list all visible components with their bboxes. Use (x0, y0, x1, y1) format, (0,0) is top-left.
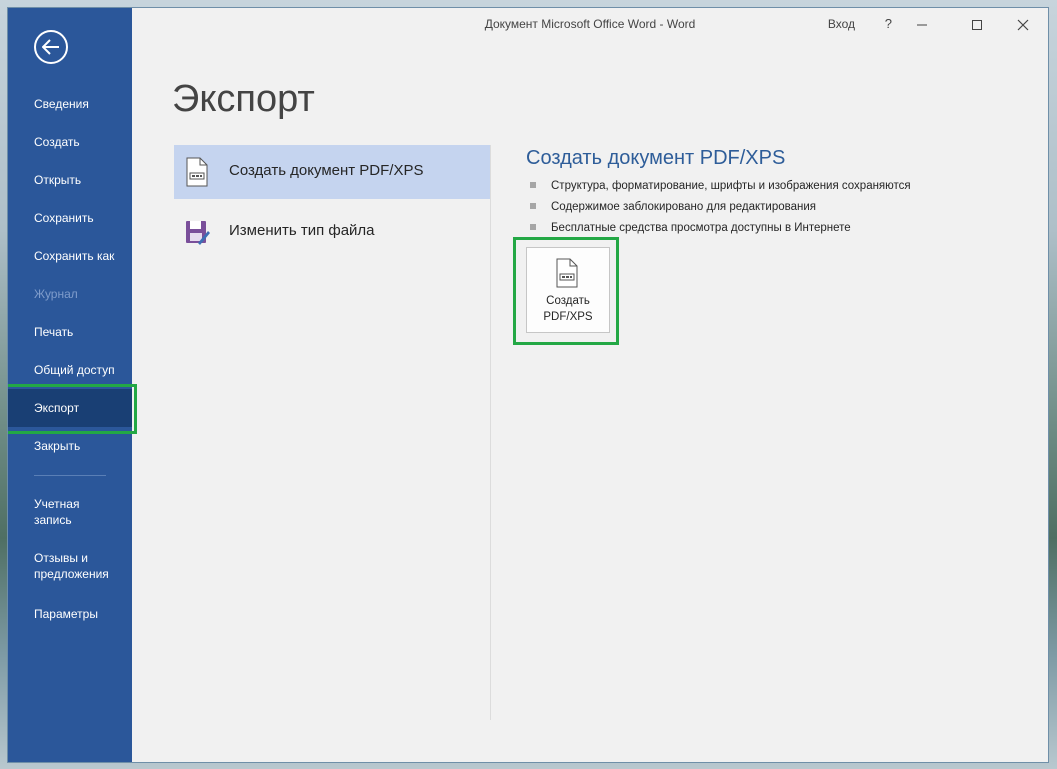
sidebar-item-history: Журнал (34, 287, 78, 301)
bullet-icon (530, 224, 536, 230)
vertical-divider (490, 145, 491, 720)
sidebar-divider (34, 475, 106, 476)
create-pdf-xps-button[interactable]: Создать PDF/XPS (526, 247, 610, 333)
sidebar-item-new[interactable]: Создать (8, 123, 132, 161)
save-change-type-icon (186, 221, 210, 245)
close-icon (1017, 19, 1029, 31)
title-bar: Документ Microsoft Office Word - Word Вх… (132, 8, 1048, 42)
pdf-document-icon (186, 157, 208, 187)
option-label: Создать документ PDF/XPS (229, 162, 424, 179)
sidebar-item-close[interactable]: Закрыть (8, 427, 132, 465)
option-label: Изменить тип файла (229, 222, 375, 239)
maximize-button[interactable] (966, 14, 988, 36)
feature-list: Структура, форматирование, шрифты и изоб… (530, 178, 911, 241)
word-window: Сведения Создать Открыть Сохранить Сохра… (8, 8, 1048, 762)
sidebar-item-feedback[interactable]: Отзывы и предложения (8, 544, 128, 588)
sidebar-item-print[interactable]: Печать (8, 313, 132, 351)
option-change-file-type[interactable]: Изменить тип файла (174, 205, 490, 259)
pdf-document-icon (556, 258, 578, 288)
sidebar-item-open[interactable]: Открыть (8, 161, 132, 199)
minimize-icon (917, 24, 927, 26)
detail-title: Создать документ PDF/XPS (526, 147, 786, 169)
minimize-button[interactable] (911, 14, 933, 36)
option-create-pdf-xps[interactable]: Создать документ PDF/XPS (174, 145, 490, 199)
close-button[interactable] (1012, 14, 1034, 36)
backstage-sidebar: Сведения Создать Открыть Сохранить Сохра… (8, 8, 132, 762)
list-item: Содержимое заблокировано для редактирова… (530, 199, 911, 220)
button-label: Создать PDF/XPS (543, 295, 593, 323)
sidebar-item-export[interactable]: Экспорт (8, 389, 132, 427)
list-item: Бесплатные средства просмотра доступны в… (530, 220, 911, 241)
sidebar-item-save[interactable]: Сохранить (8, 199, 132, 237)
sidebar-item-save-as[interactable]: Сохранить как (8, 237, 132, 275)
help-button[interactable]: ? (885, 16, 892, 31)
page-title: Экспорт (172, 78, 315, 120)
sign-in-link[interactable]: Вход (828, 17, 855, 31)
bullet-icon (530, 203, 536, 209)
arrow-left-icon (42, 39, 59, 55)
maximize-icon (972, 20, 982, 30)
list-item: Структура, форматирование, шрифты и изоб… (530, 178, 911, 199)
sidebar-item-account[interactable]: Учетная запись (8, 490, 118, 534)
back-button[interactable] (34, 30, 68, 64)
sidebar-item-share[interactable]: Общий доступ (8, 351, 132, 389)
bullet-icon (530, 182, 536, 188)
sidebar-item-info[interactable]: Сведения (8, 85, 132, 123)
sidebar-item-options[interactable]: Параметры (8, 595, 132, 633)
